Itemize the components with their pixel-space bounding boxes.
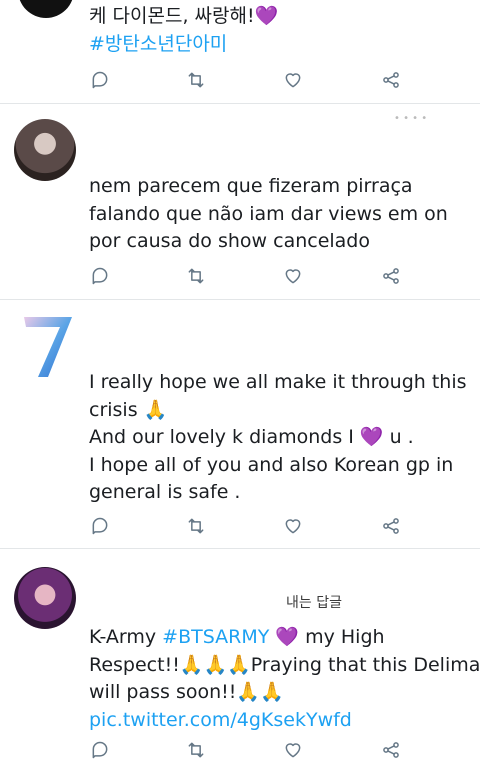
share-icon[interactable] xyxy=(379,68,403,92)
tweet-3-text: I really hope we all make it through thi… xyxy=(89,369,470,507)
like-icon[interactable] xyxy=(281,738,305,762)
avatar-user-4[interactable] xyxy=(14,567,76,629)
tweet-4-suffix: 💜 my High xyxy=(269,626,385,648)
tweet-4-text: K-Army #BTSARMY 💜 my High Respect!!🙏🙏🙏Pr… xyxy=(89,624,480,735)
tweet-3-line-5: general is safe . xyxy=(89,481,241,503)
reply-icon[interactable] xyxy=(88,68,112,92)
tweet-2-text: nem parecem que fizeram pirraça falando … xyxy=(89,173,470,256)
media-link[interactable]: pic.twitter.com/4gKsekYwfd xyxy=(89,707,470,735)
share-icon[interactable] xyxy=(379,264,403,288)
tweet-2-actions xyxy=(0,264,480,288)
retweet-icon[interactable] xyxy=(184,68,208,92)
like-icon[interactable] xyxy=(281,514,305,538)
retweet-icon[interactable] xyxy=(184,514,208,538)
share-icon[interactable] xyxy=(379,738,403,762)
tweet-4-line-1: K-Army #BTSARMY 💜 my High xyxy=(89,624,470,652)
share-icon[interactable] xyxy=(379,514,403,538)
tweet-1-actions xyxy=(0,68,480,92)
reply-icon[interactable] xyxy=(88,514,112,538)
tweet-2-line-2: falando que não iam dar views em on xyxy=(89,202,448,225)
tweet-2-line-1: nem parecem que fizeram pirraça xyxy=(89,175,413,197)
avatar-user-2[interactable] xyxy=(14,119,76,181)
timestamp-faint: • • • • xyxy=(394,113,428,124)
tweet-3-line-1: I really hope we all make it through thi… xyxy=(89,371,467,393)
reply-label: 내는 답글 xyxy=(286,595,342,611)
avatar-top[interactable] xyxy=(18,0,74,18)
divider xyxy=(0,548,480,549)
tweet-3-line-2: crisis 🙏 xyxy=(89,398,168,421)
tweet-2-line-3: por causa do show cancelado xyxy=(89,230,370,252)
tweet-3-line-4: I hope all of you and also Korean gp in xyxy=(89,453,454,476)
like-icon[interactable] xyxy=(281,264,305,288)
hashtag-link[interactable]: #방탄소년단아미 xyxy=(89,31,470,59)
tweet-4-prefix: K-Army xyxy=(89,626,163,648)
like-icon[interactable] xyxy=(281,68,305,92)
tweet-4-line-3: will pass soon!!🙏🙏 xyxy=(89,681,284,703)
divider xyxy=(0,103,480,104)
tweet-3-actions xyxy=(0,514,480,538)
reply-icon[interactable] xyxy=(88,264,112,288)
divider xyxy=(0,299,480,300)
tweet-1-text: 케 다이몬드, 싸랑해!💜 #방탄소년단아미 xyxy=(89,3,470,58)
hashtag-link[interactable]: #BTSARMY xyxy=(162,626,269,648)
avatar-seven-logo[interactable] xyxy=(18,313,78,379)
tweet-4-actions xyxy=(0,738,480,762)
tweet-4-line-2: Respect!!🙏🙏🙏Praying that this Delima xyxy=(89,653,480,676)
seven-logo-icon xyxy=(24,317,72,377)
reply-icon[interactable] xyxy=(88,738,112,762)
retweet-icon[interactable] xyxy=(184,738,208,762)
tweet-3-line-3: And our lovely k diamonds I 💜 u . xyxy=(89,426,414,448)
tweet-1-line-1: 케 다이몬드, 싸랑해!💜 xyxy=(89,5,279,27)
retweet-icon[interactable] xyxy=(184,264,208,288)
